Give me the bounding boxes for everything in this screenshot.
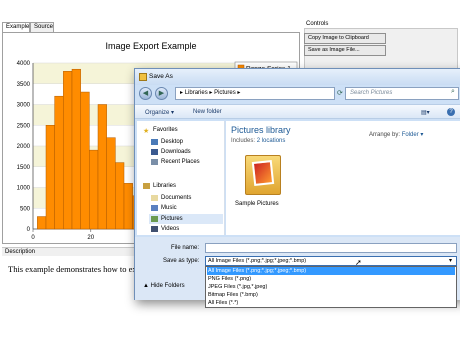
forward-icon[interactable]: ▶ xyxy=(155,87,168,100)
dialog-title: Save As xyxy=(149,73,173,80)
arrange-by-dropdown[interactable]: Folder ▾ xyxy=(402,132,424,138)
save-image-button[interactable]: Save as Image File... xyxy=(304,45,386,56)
hide-folders-label: Hide Folders xyxy=(150,283,185,289)
y-tick-label: 3500 xyxy=(17,82,31,88)
breadcrumb-pictures[interactable]: Pictures xyxy=(214,90,236,96)
address-bar[interactable]: ▸ Libraries ▸ Pictures ▸ xyxy=(175,87,335,100)
breadcrumb-libraries[interactable]: Libraries xyxy=(185,90,208,96)
hide-folders-button[interactable]: ▲ Hide Folders xyxy=(143,283,185,289)
nav-desktop[interactable]: Desktop xyxy=(161,139,183,145)
nav-favorites[interactable]: Favorites xyxy=(153,127,178,133)
nav-libraries[interactable]: Libraries xyxy=(153,183,176,189)
documents-icon xyxy=(151,195,158,201)
y-tick-label: 1000 xyxy=(17,186,31,192)
chart-bar xyxy=(63,71,73,230)
breadcrumb-separator-icon: ▸ xyxy=(235,90,241,96)
chart-bar xyxy=(115,162,125,230)
locations-link[interactable]: 2 locations xyxy=(257,138,286,144)
chart-bar xyxy=(89,149,99,230)
chart-bar xyxy=(37,216,47,230)
chevron-up-icon: ▲ xyxy=(143,283,151,289)
window-icon xyxy=(139,73,147,81)
nav-music[interactable]: Music xyxy=(161,205,177,211)
type-dropdown-list: All Image Files (*.png;*.jpg;*.jpeg;*.bm… xyxy=(205,266,457,308)
chevron-down-icon[interactable]: ▾ xyxy=(449,257,452,264)
chart-bar xyxy=(97,104,107,230)
chart-bar xyxy=(71,68,81,230)
pictures-icon xyxy=(151,216,158,222)
new-folder-button[interactable]: New folder xyxy=(193,109,222,115)
search-input[interactable]: Search Pictures xyxy=(345,87,459,100)
chart-bar xyxy=(54,95,64,230)
y-tick-label: 1500 xyxy=(17,165,31,171)
desktop-icon xyxy=(151,139,158,145)
search-icon: ⌕ xyxy=(451,88,455,95)
nav-downloads[interactable]: Downloads xyxy=(161,149,191,155)
file-name-input[interactable] xyxy=(205,243,457,253)
copy-image-button[interactable]: Copy Image to Clipboard xyxy=(304,33,386,44)
chart-bar xyxy=(106,137,116,230)
organize-button[interactable]: Organize ▾ xyxy=(145,109,174,116)
includes-label: Includes: xyxy=(231,138,256,144)
library-title: Pictures library xyxy=(231,125,291,135)
chart-title: Image Export Example xyxy=(105,41,196,51)
arrange-by: Arrange by: Folder ▾ xyxy=(369,131,423,138)
dialog-titlebar[interactable] xyxy=(135,69,460,85)
y-tick-label: 4000 xyxy=(17,61,31,67)
chart-bar xyxy=(45,125,55,230)
type-option-jpeg[interactable]: JPEG Files (*.jpg,*.jpeg) xyxy=(207,283,455,291)
controls-title: Controls xyxy=(306,21,329,27)
save-as-type-select[interactable]: All Image Files (*.png;*.jpg;*.jpeg;*.bm… xyxy=(205,256,457,266)
downloads-icon xyxy=(151,149,158,155)
help-icon[interactable]: ? xyxy=(447,108,455,116)
view-options-icon[interactable]: ▤▾ xyxy=(421,109,430,116)
nav-recent-places[interactable]: Recent Places xyxy=(161,159,200,165)
nav-videos[interactable]: Videos xyxy=(161,226,179,232)
chart-bar xyxy=(123,183,133,230)
type-option-bitmap[interactable]: Bitmap Files (*.bmp) xyxy=(207,291,455,299)
type-option-all-images[interactable]: All Image Files (*.png;*.jpg;*.jpeg;*.bm… xyxy=(207,267,455,275)
nav-documents[interactable]: Documents xyxy=(161,195,191,201)
nav-pictures[interactable]: Pictures xyxy=(161,216,183,222)
arrange-by-label: Arrange by: xyxy=(369,132,401,138)
y-tick-label: 2500 xyxy=(17,123,31,129)
type-option-png[interactable]: PNG Files (*.png) xyxy=(207,275,455,283)
y-tick-label: 500 xyxy=(20,206,31,212)
folder-sample-pictures[interactable]: Sample Pictures xyxy=(235,201,279,207)
file-name-label: File name: xyxy=(171,245,200,251)
y-tick-label: 2000 xyxy=(17,144,31,150)
type-option-all-files[interactable]: All Files (*.*) xyxy=(207,299,455,307)
dialog-toolbar: Organize ▾ New folder ▤▾ ? xyxy=(135,104,460,119)
chart-bar xyxy=(80,91,90,230)
music-icon xyxy=(151,205,158,211)
x-tick-label: 0 xyxy=(31,235,35,241)
y-tick-label: 0 xyxy=(27,227,31,233)
videos-icon xyxy=(151,226,158,232)
photo-thumbnail-icon xyxy=(251,160,275,186)
back-icon[interactable]: ◀ xyxy=(139,87,152,100)
refresh-icon[interactable]: ⟳ xyxy=(337,89,343,97)
library-includes: Includes: 2 locations xyxy=(231,138,285,144)
description-text: This example demonstrates how to ex xyxy=(8,264,137,274)
recent-places-icon xyxy=(151,159,158,165)
mouse-cursor-icon: ➚ xyxy=(355,258,362,267)
navigation-pane: ★ Favorites Desktop Downloads Recent Pla… xyxy=(137,121,225,235)
save-as-type-label: Save as type: xyxy=(163,258,200,264)
x-tick-label: 20 xyxy=(87,235,94,241)
save-as-dialog: Save As ◀ ▶ ▸ Libraries ▸ Pictures ▸ ⟳ S… xyxy=(134,68,460,308)
y-tick-label: 3000 xyxy=(17,103,31,109)
star-icon: ★ xyxy=(143,128,150,135)
libraries-icon xyxy=(143,183,150,189)
